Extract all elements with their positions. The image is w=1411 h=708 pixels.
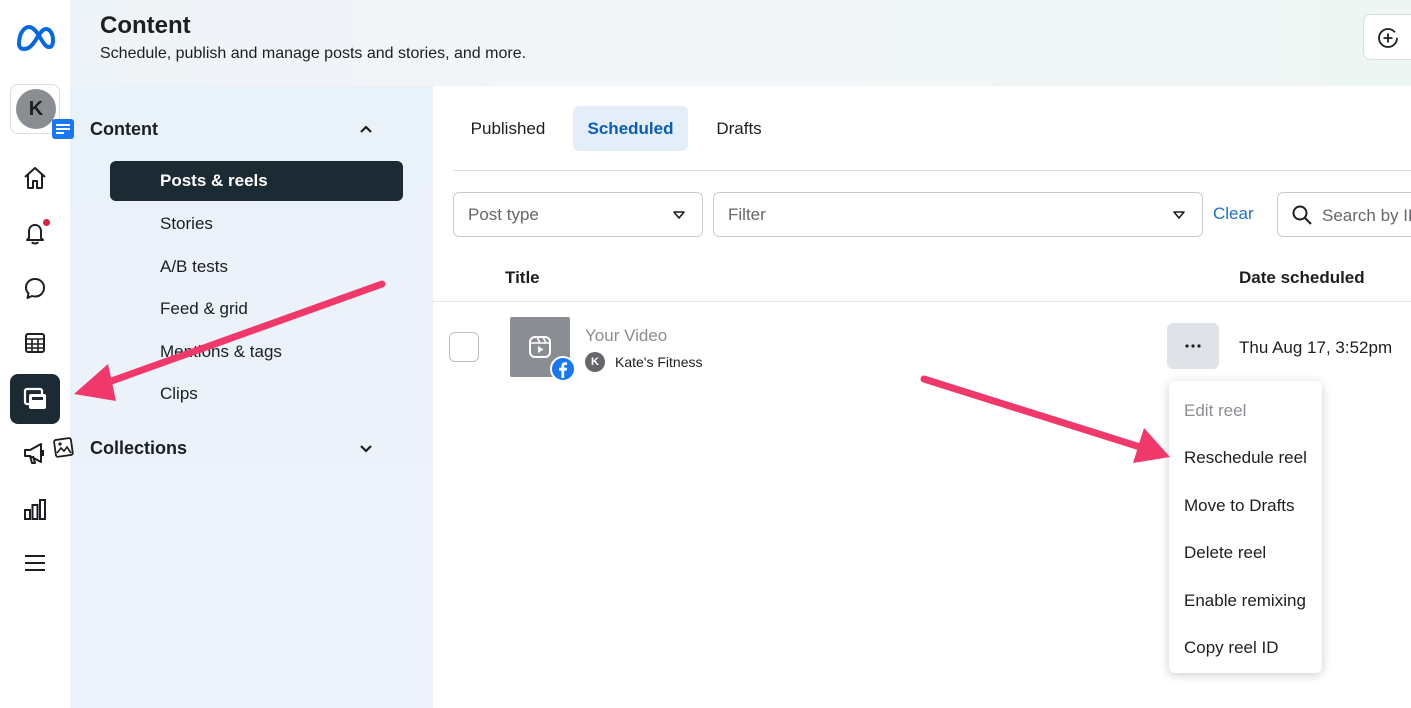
insights-icon[interactable] xyxy=(10,484,60,534)
sidebar-item-posts-reels[interactable]: Posts & reels xyxy=(110,161,403,201)
date-scheduled: Thu Aug 17, 3:52pm xyxy=(1239,338,1393,357)
content-icon[interactable] xyxy=(10,374,60,424)
page-header: Content Schedule, publish and manage pos… xyxy=(70,0,1411,86)
add-circle-icon xyxy=(1378,28,1398,48)
inbox-icon[interactable] xyxy=(10,263,60,313)
post-type-dropdown[interactable]: Post type xyxy=(453,192,703,237)
column-header-date[interactable]: Date scheduled xyxy=(1239,268,1365,288)
chevron-up-icon[interactable] xyxy=(357,120,375,138)
table-header-divider xyxy=(433,301,1411,302)
row-checkbox[interactable] xyxy=(449,332,479,362)
caret-down-icon xyxy=(673,211,685,219)
post-type-placeholder: Post type xyxy=(468,204,539,224)
tab-scheduled[interactable]: Scheduled xyxy=(573,106,688,151)
tab-drafts[interactable]: Drafts xyxy=(701,106,777,151)
home-icon[interactable] xyxy=(10,153,60,203)
notifications-icon[interactable] xyxy=(10,208,60,258)
search-input[interactable]: Search by ID xyxy=(1277,192,1411,237)
page-title: Content xyxy=(100,12,191,39)
row-title[interactable]: Your Video xyxy=(585,326,667,346)
caret-down-icon xyxy=(1173,211,1185,219)
sidebar-section-label: Collections xyxy=(90,437,188,458)
tabs-divider xyxy=(453,170,1411,171)
create-button[interactable] xyxy=(1363,14,1411,60)
sidebar-item-clips[interactable]: Clips xyxy=(110,374,403,414)
more-options-button[interactable] xyxy=(1167,323,1219,369)
filter-dropdown[interactable]: Filter xyxy=(713,192,1203,237)
filter-placeholder: Filter xyxy=(728,204,766,224)
menu-item-move-to-drafts[interactable]: Move to Drafts xyxy=(1184,496,1295,516)
meta-logo-icon[interactable] xyxy=(13,22,57,52)
collections-icon xyxy=(53,437,74,458)
chevron-down-icon[interactable] xyxy=(357,439,375,457)
search-icon xyxy=(1292,205,1312,225)
clear-filters-link[interactable]: Clear xyxy=(1213,204,1254,224)
menu-item-copy-reel-id[interactable]: Copy reel ID xyxy=(1184,638,1278,658)
column-header-title[interactable]: Title xyxy=(505,268,540,288)
menu-item-delete-reel[interactable]: Delete reel xyxy=(1184,543,1266,563)
menu-item-reschedule-reel[interactable]: Reschedule reel xyxy=(1184,448,1307,468)
menu-item-edit-reel: Edit reel xyxy=(1184,401,1247,420)
account-name: Kate's Fitness xyxy=(615,354,703,370)
menu-icon[interactable] xyxy=(10,538,60,588)
facebook-icon xyxy=(550,356,576,382)
menu-item-enable-remixing[interactable]: Enable remixing xyxy=(1184,591,1306,611)
main-panel: Published Scheduled Drafts Post type Fil… xyxy=(433,86,1411,708)
planner-icon[interactable] xyxy=(10,318,60,368)
notification-dot xyxy=(43,219,50,226)
search-placeholder: Search by ID xyxy=(1322,206,1411,225)
page-subtitle: Schedule, publish and manage posts and s… xyxy=(100,45,527,62)
more-dots-icon xyxy=(1185,344,1201,348)
tab-published[interactable]: Published xyxy=(455,106,561,151)
context-menu: Edit reel Reschedule reel Move to Drafts… xyxy=(1169,381,1322,673)
sidebar-item-mentions-tags[interactable]: Mentions & tags xyxy=(110,332,403,372)
account-avatar: K xyxy=(585,352,605,372)
sidebar-section-label: Content xyxy=(90,118,158,139)
sidebar-item-stories[interactable]: Stories xyxy=(110,204,403,244)
content-section-icon xyxy=(52,119,74,139)
left-rail: K xyxy=(0,0,70,708)
reel-icon xyxy=(529,336,551,358)
sidebar-item-feed-grid[interactable]: Feed & grid xyxy=(110,289,403,329)
sidebar-item-ab-tests[interactable]: A/B tests xyxy=(110,247,403,287)
